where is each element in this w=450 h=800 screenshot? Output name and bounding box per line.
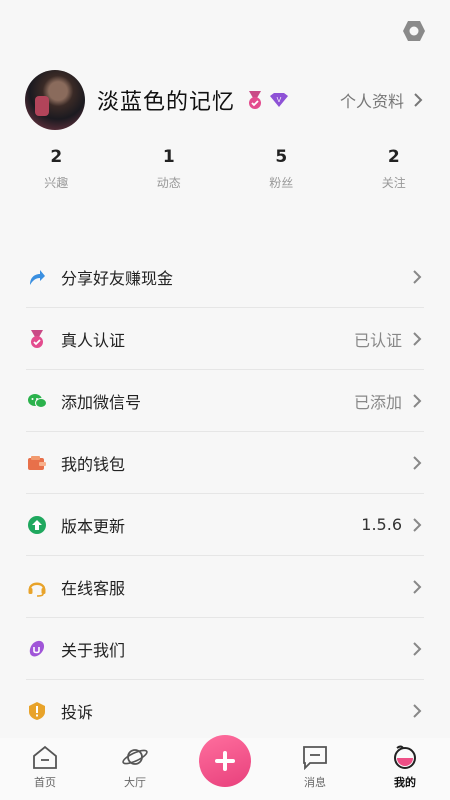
share-arrow-icon [26, 266, 48, 288]
chevron-right-icon [413, 579, 422, 594]
menu-item-customer-service[interactable]: 在线客服 [26, 556, 424, 618]
profile-link[interactable]: 个人资料 [340, 88, 426, 112]
chevron-right-icon [413, 641, 422, 656]
stat-following[interactable]: 2 关注 [338, 146, 450, 196]
add-button[interactable] [199, 735, 251, 787]
stat-label: 兴趣 [44, 176, 69, 190]
menu-label: 在线客服 [61, 578, 126, 598]
verified-medal-icon [26, 328, 48, 350]
stat-value: 5 [275, 147, 288, 167]
stat-fans[interactable]: 5 粉丝 [225, 146, 338, 196]
wallet-icon [26, 452, 48, 474]
profile-header: 淡蓝色的记忆 V 个人资料 [24, 70, 426, 130]
bottom-tab-bar: 首页 大厅 消息 我的 [0, 735, 450, 800]
menu-value: 已认证 [353, 330, 402, 350]
tab-home[interactable]: 首页 [0, 744, 90, 800]
update-arrow-icon [26, 514, 48, 536]
chevron-right-icon [413, 393, 422, 408]
menu-label: 真人认证 [61, 330, 126, 350]
menu-value: 1.5.6 [361, 515, 402, 534]
menu-label: 添加微信号 [61, 392, 142, 412]
profile-icon [394, 745, 416, 769]
tab-label: 首页 [34, 776, 56, 789]
wechat-icon [26, 390, 48, 412]
tab-messages[interactable]: 消息 [270, 744, 360, 800]
menu-list: 分享好友赚现金 真人认证 已认证 添加微信号 已添加 我的钱包 版本更新 1.5… [26, 246, 424, 742]
chevron-right-icon [413, 517, 422, 532]
username: 淡蓝色的记忆 [97, 90, 236, 115]
menu-label: 分享好友赚现金 [61, 268, 174, 288]
menu-label: 关于我们 [61, 640, 126, 660]
complaint-warning-icon [26, 700, 48, 722]
vip-badge-icon: V [270, 93, 289, 107]
stat-label: 粉丝 [269, 176, 294, 190]
stats-row: 2 兴趣 1 动态 5 粉丝 2 关注 [0, 146, 450, 196]
stat-value: 2 [387, 147, 400, 167]
menu-item-complaint[interactable]: 投诉 [26, 680, 424, 742]
chevron-right-icon [413, 269, 422, 284]
medal-badge-icon [249, 91, 262, 109]
menu-item-version-update[interactable]: 版本更新 1.5.6 [26, 494, 424, 556]
chevron-right-icon [413, 704, 422, 718]
planet-icon [122, 749, 148, 765]
about-us-icon [26, 638, 48, 660]
profile-link-label: 个人资料 [339, 92, 404, 111]
menu-item-share[interactable]: 分享好友赚现金 [26, 246, 424, 308]
tab-mine[interactable]: 我的 [360, 744, 450, 800]
tab-label: 我的 [394, 776, 416, 789]
message-icon [303, 746, 327, 770]
settings-button[interactable] [402, 20, 426, 42]
headset-icon [26, 576, 48, 598]
menu-item-about-us[interactable]: 关于我们 [26, 618, 424, 680]
badges: V [247, 90, 289, 110]
menu-value: 已添加 [353, 392, 402, 412]
tab-add [180, 735, 270, 800]
stat-label: 动态 [156, 176, 181, 190]
menu-label: 我的钱包 [61, 454, 126, 474]
svg-text:V: V [277, 97, 282, 104]
menu-item-wallet[interactable]: 我的钱包 [26, 432, 424, 494]
stat-value: 1 [162, 147, 175, 167]
home-icon [33, 745, 57, 769]
tab-label: 大厅 [124, 776, 146, 789]
stat-posts[interactable]: 1 动态 [113, 146, 226, 196]
chevron-right-icon [414, 93, 423, 107]
menu-item-wechat[interactable]: 添加微信号 已添加 [26, 370, 424, 432]
menu-item-verification[interactable]: 真人认证 已认证 [26, 308, 424, 370]
stat-value: 2 [50, 147, 63, 167]
stat-label: 关注 [381, 176, 406, 190]
tab-label: 消息 [304, 776, 326, 789]
chevron-right-icon [413, 455, 422, 470]
settings-hexagon-icon [403, 21, 425, 41]
menu-label: 版本更新 [61, 516, 126, 536]
stat-interests[interactable]: 2 兴趣 [0, 146, 113, 196]
avatar[interactable] [25, 70, 85, 130]
menu-label: 投诉 [61, 703, 94, 722]
add-icon [215, 751, 235, 771]
tab-hall[interactable]: 大厅 [90, 744, 180, 800]
chevron-right-icon [413, 331, 422, 346]
